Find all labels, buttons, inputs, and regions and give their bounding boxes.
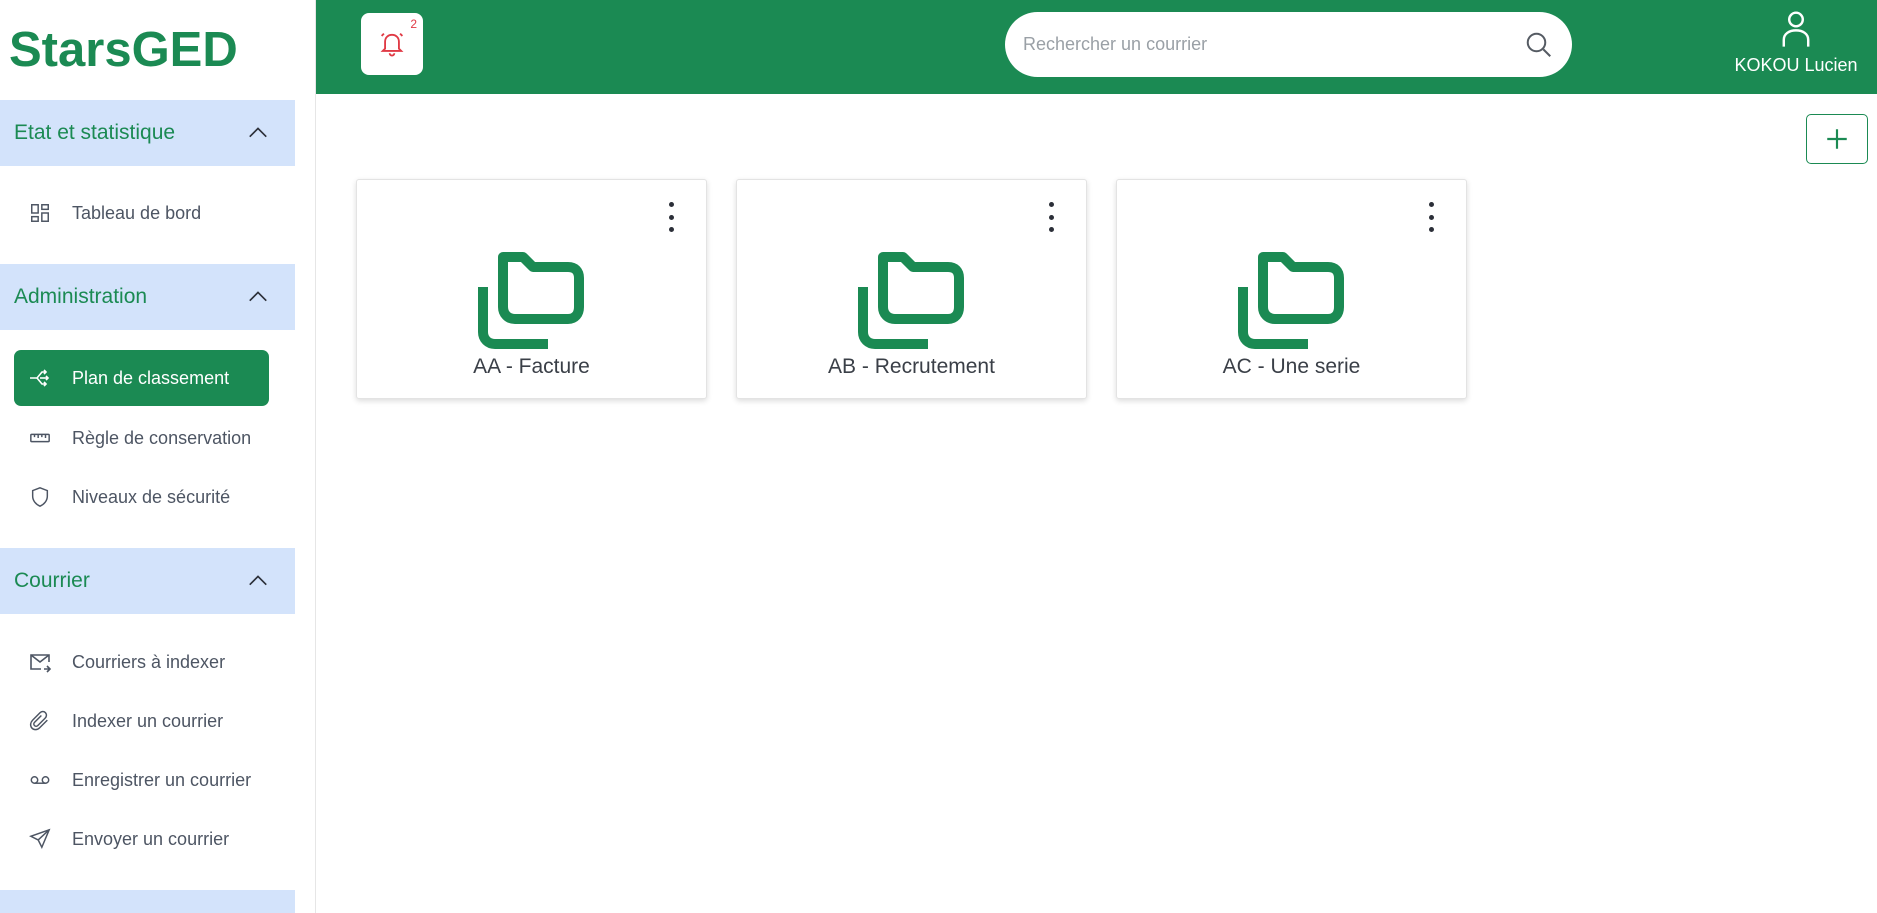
folder-card-ac[interactable]: AC - Une serie — [1116, 179, 1467, 399]
section-title: Etat et statistique — [14, 121, 176, 144]
more-options-icon[interactable] — [1044, 202, 1058, 232]
folder-copy-icon — [1237, 252, 1344, 349]
voicemail-icon — [28, 768, 52, 792]
user-name: KOKOU Lucien — [1734, 55, 1858, 75]
folder-title: AC - Une serie — [1222, 355, 1361, 378]
more-options-icon[interactable] — [664, 202, 678, 232]
send-icon — [28, 827, 52, 851]
user-icon — [1782, 11, 1810, 47]
shield-icon — [28, 485, 52, 509]
classification-tree-icon — [28, 366, 52, 390]
sidebar-item-label: Indexer un courrier — [72, 710, 224, 731]
section-title: Administration — [14, 285, 148, 308]
ruler-icon — [28, 426, 52, 450]
sidebar-item-label: Règle de conservation — [72, 427, 252, 448]
top-bar: 2 KOKOU Lucien — [316, 0, 1877, 94]
folder-copy-icon — [477, 252, 584, 349]
add-button[interactable] — [1806, 114, 1868, 164]
sidebar-item-label: Envoyer un courrier — [72, 828, 230, 849]
folder-copy-icon — [857, 252, 964, 349]
search-input[interactable] — [1023, 34, 1524, 55]
more-options-icon[interactable] — [1424, 202, 1438, 232]
paperclip-icon — [28, 709, 52, 733]
sidebar-item-courriers-a-indexer[interactable]: Courriers à indexer — [14, 634, 269, 690]
brand-logo[interactable]: StarsGED — [9, 22, 238, 78]
chevron-up-icon — [249, 127, 267, 138]
chevron-up-icon — [249, 291, 267, 302]
sidebar-item-label: Plan de classement — [72, 367, 230, 388]
sidebar: StarsGED Etat et statistique Tableau de … — [0, 0, 316, 913]
section-header-next[interactable] — [0, 890, 295, 913]
sidebar-item-label: Enregistrer un courrier — [72, 769, 252, 790]
folder-title: AA - Facture — [473, 355, 590, 378]
sidebar-item-plan-de-classement[interactable]: Plan de classement — [14, 350, 269, 406]
sidebar-item-label: Niveaux de sécurité — [72, 486, 231, 507]
notification-count-badge: 2 — [410, 17, 417, 31]
sidebar-item-label: Courriers à indexer — [72, 651, 226, 672]
dashboard-icon — [28, 201, 52, 225]
folder-card-ab[interactable]: AB - Recrutement — [736, 179, 1087, 399]
sidebar-item-niveaux-de-securite[interactable]: Niveaux de sécurité — [14, 469, 269, 525]
sidebar-item-label: Tableau de bord — [72, 202, 202, 223]
chevron-up-icon — [249, 575, 267, 586]
notifications-button[interactable]: 2 — [361, 13, 423, 75]
sidebar-item-tableau-de-bord[interactable]: Tableau de bord — [14, 185, 269, 241]
sidebar-item-regle-de-conservation[interactable]: Règle de conservation — [14, 410, 269, 466]
folder-card-aa[interactable]: AA - Facture — [356, 179, 707, 399]
search-icon[interactable] — [1524, 30, 1554, 60]
section-header-etat-statistique[interactable]: Etat et statistique — [0, 100, 295, 166]
sidebar-item-indexer-un-courrier[interactable]: Indexer un courrier — [14, 693, 269, 749]
section-header-courrier[interactable]: Courrier — [0, 548, 295, 614]
mail-forward-icon — [28, 650, 52, 674]
plus-icon — [1827, 129, 1847, 149]
bell-icon — [380, 32, 404, 57]
folder-title: AB - Recrutement — [828, 355, 995, 378]
section-title: Courrier — [14, 569, 90, 592]
user-menu[interactable]: KOKOU Lucien — [1721, 10, 1871, 76]
section-header-administration[interactable]: Administration — [0, 264, 295, 330]
search-bar — [1005, 12, 1572, 77]
sidebar-item-envoyer-un-courrier[interactable]: Envoyer un courrier — [14, 811, 269, 867]
sidebar-item-enregistrer-un-courrier[interactable]: Enregistrer un courrier — [14, 752, 269, 808]
